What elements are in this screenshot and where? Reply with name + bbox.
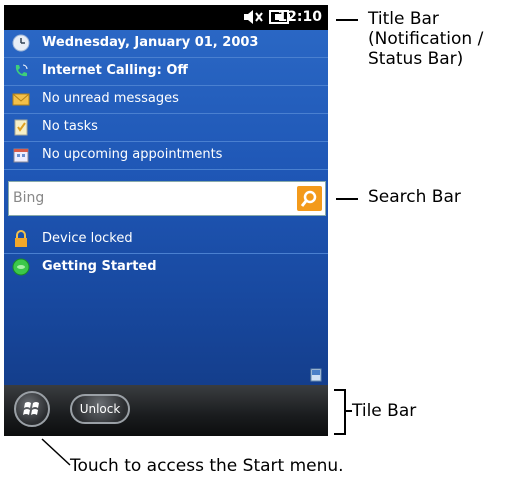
tile-bar: Unlock: [4, 385, 328, 436]
title-bar-callout: Title Bar (Notification / Status Bar): [368, 9, 483, 69]
today-item-messages[interactable]: No unread messages: [4, 86, 328, 114]
envelope-icon: [12, 93, 30, 106]
getting-started-label: Getting Started: [42, 259, 157, 274]
clock[interactable]: 12:10: [277, 9, 322, 25]
title-bar-callout-line2: (Notification /: [368, 29, 484, 49]
date-label: Wednesday, January 01, 2003: [42, 35, 259, 50]
title-bar-callout-line1: Title Bar: [368, 9, 439, 29]
device-locked-label: Device locked: [42, 231, 133, 246]
device-icon[interactable]: [310, 368, 322, 382]
tile-bar-callout: Tile Bar: [352, 401, 417, 421]
getting-started-icon: [12, 258, 30, 276]
clock-icon: [12, 34, 30, 52]
tile-bar-bracket-tick: [344, 410, 352, 412]
today-item-date[interactable]: Wednesday, January 01, 2003: [4, 30, 328, 58]
start-menu-callout: Touch to access the Start menu.: [70, 456, 344, 476]
search-button[interactable]: [297, 186, 322, 211]
search-input[interactable]: Bing: [13, 190, 44, 206]
title-bar-callout-line3: Status Bar): [368, 49, 464, 69]
device-screen: 12:10 Wednesday, January 01, 2003 Intern…: [4, 5, 328, 436]
unlock-button[interactable]: Unlock: [70, 394, 130, 424]
today-item-getting-started[interactable]: Getting Started: [4, 254, 328, 281]
messages-label: No unread messages: [42, 91, 179, 106]
tile-bar-bracket-top: [334, 389, 346, 391]
search-bar-callout: Search Bar: [368, 187, 461, 207]
appointments-label: No upcoming appointments: [42, 147, 223, 162]
today-item-appointments[interactable]: No upcoming appointments: [4, 142, 328, 170]
search-icon: [300, 190, 317, 207]
calendar-icon: [13, 148, 29, 163]
windows-logo-icon: [23, 402, 39, 415]
today-item-tasks[interactable]: No tasks: [4, 114, 328, 142]
title-bar[interactable]: 12:10: [4, 5, 328, 30]
lock-icon: [15, 230, 27, 247]
today-item-device-locked[interactable]: Device locked: [4, 226, 328, 254]
tasks-label: No tasks: [42, 119, 98, 134]
phone-icon: [15, 64, 28, 77]
today-screen: Wednesday, January 01, 2003 Internet Cal…: [4, 30, 328, 385]
search-bar[interactable]: Bing: [8, 181, 326, 216]
tile-bar-bracket-vertical: [344, 389, 346, 435]
tile-bar-bracket-bottom: [334, 433, 346, 435]
volume-muted-icon[interactable]: [242, 8, 264, 26]
today-item-internet-calling[interactable]: Internet Calling: Off: [4, 58, 328, 86]
start-button[interactable]: [14, 391, 50, 427]
internet-calling-label: Internet Calling: Off: [42, 63, 188, 78]
tasks-icon: [14, 119, 28, 136]
title-bar-callout-line: [336, 19, 358, 21]
search-bar-callout-line: [336, 198, 358, 200]
